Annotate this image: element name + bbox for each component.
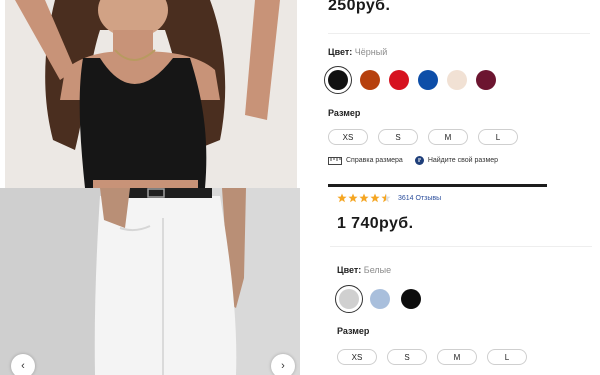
product-photo-top [5, 0, 297, 188]
color-row-top: Цвет: Чёрный [328, 47, 387, 57]
size-s-top[interactable]: S [378, 129, 418, 145]
swatch-grey-bottom[interactable] [335, 285, 363, 313]
color-value-bottom: Белые [363, 265, 392, 275]
divider-top [328, 33, 590, 34]
next-image-button[interactable]: › [271, 354, 295, 375]
size-options-bottom: XS S M L [337, 349, 527, 365]
rating-stars [337, 193, 392, 203]
add-to-cart-bar[interactable] [328, 184, 547, 187]
swatch-black-bottom[interactable] [401, 289, 421, 309]
size-s-bottom[interactable]: S [387, 349, 427, 365]
star-icon [359, 193, 369, 203]
prev-image-button[interactable]: ‹ [11, 354, 35, 375]
find-size-label: Найдите свой размер [427, 157, 499, 164]
model-black-top-image [5, 0, 297, 188]
size-m-bottom[interactable]: M [437, 349, 477, 365]
size-guide-row: Справка размера Найдите свой размер [328, 156, 498, 165]
size-guide-label: Справка размера [346, 157, 403, 164]
color-swatches-bottom [335, 285, 421, 313]
price-top: 250руб. [328, 0, 391, 14]
color-swatches-top [324, 66, 496, 94]
ruler-icon [328, 156, 342, 165]
size-label-bottom: Размер [337, 326, 370, 336]
star-half-icon [381, 193, 391, 203]
chevron-right-icon: › [281, 360, 285, 372]
size-l-bottom[interactable]: L [487, 349, 527, 365]
star-icon [337, 193, 347, 203]
size-guide-link[interactable]: Справка размера [328, 156, 403, 165]
product-panel-bottom: ‹ › 3614 Отзывы 1 740руб. Цвет: Белые Ра… [0, 188, 600, 375]
size-finder-icon [414, 156, 424, 165]
swatch-black-top[interactable] [324, 66, 352, 94]
size-l-top[interactable]: L [478, 129, 518, 145]
swatch-blue-top[interactable] [418, 70, 438, 90]
color-label-top: Цвет: [328, 47, 353, 57]
product-photo-bottom [0, 188, 300, 375]
find-size-link[interactable]: Найдите свой размер [414, 156, 499, 165]
divider-bottom [330, 246, 592, 247]
product-info-bottom: 3614 Отзывы 1 740руб. Цвет: Белые Размер… [330, 188, 600, 375]
size-xs-top[interactable]: XS [328, 129, 368, 145]
swatch-rust-top[interactable] [360, 70, 380, 90]
swatch-burgundy-top[interactable] [476, 70, 496, 90]
size-options-top: XS S M L [328, 129, 518, 145]
model-white-jeans-image [0, 188, 300, 375]
color-label-bottom: Цвет: [337, 265, 362, 275]
size-xs-bottom[interactable]: XS [337, 349, 377, 365]
product-info-top: 250руб. Цвет: Чёрный Размер XS S M L Спр… [324, 0, 600, 188]
size-label-top: Размер [328, 108, 361, 118]
star-icon [370, 193, 380, 203]
swatch-lightblue-bottom[interactable] [370, 289, 390, 309]
color-row-bottom: Цвет: Белые [337, 265, 391, 275]
size-m-top[interactable]: M [428, 129, 468, 145]
price-bottom: 1 740руб. [337, 215, 414, 232]
color-value-top: Чёрный [354, 47, 388, 57]
reviews-link[interactable]: 3614 Отзывы [398, 195, 441, 202]
swatch-red-top[interactable] [389, 70, 409, 90]
chevron-left-icon: ‹ [21, 360, 25, 372]
product-panel-top: 250руб. Цвет: Чёрный Размер XS S M L Спр… [0, 0, 600, 188]
rating-row: 3614 Отзывы [337, 193, 441, 203]
swatch-beige-top[interactable] [447, 70, 467, 90]
star-icon [348, 193, 358, 203]
